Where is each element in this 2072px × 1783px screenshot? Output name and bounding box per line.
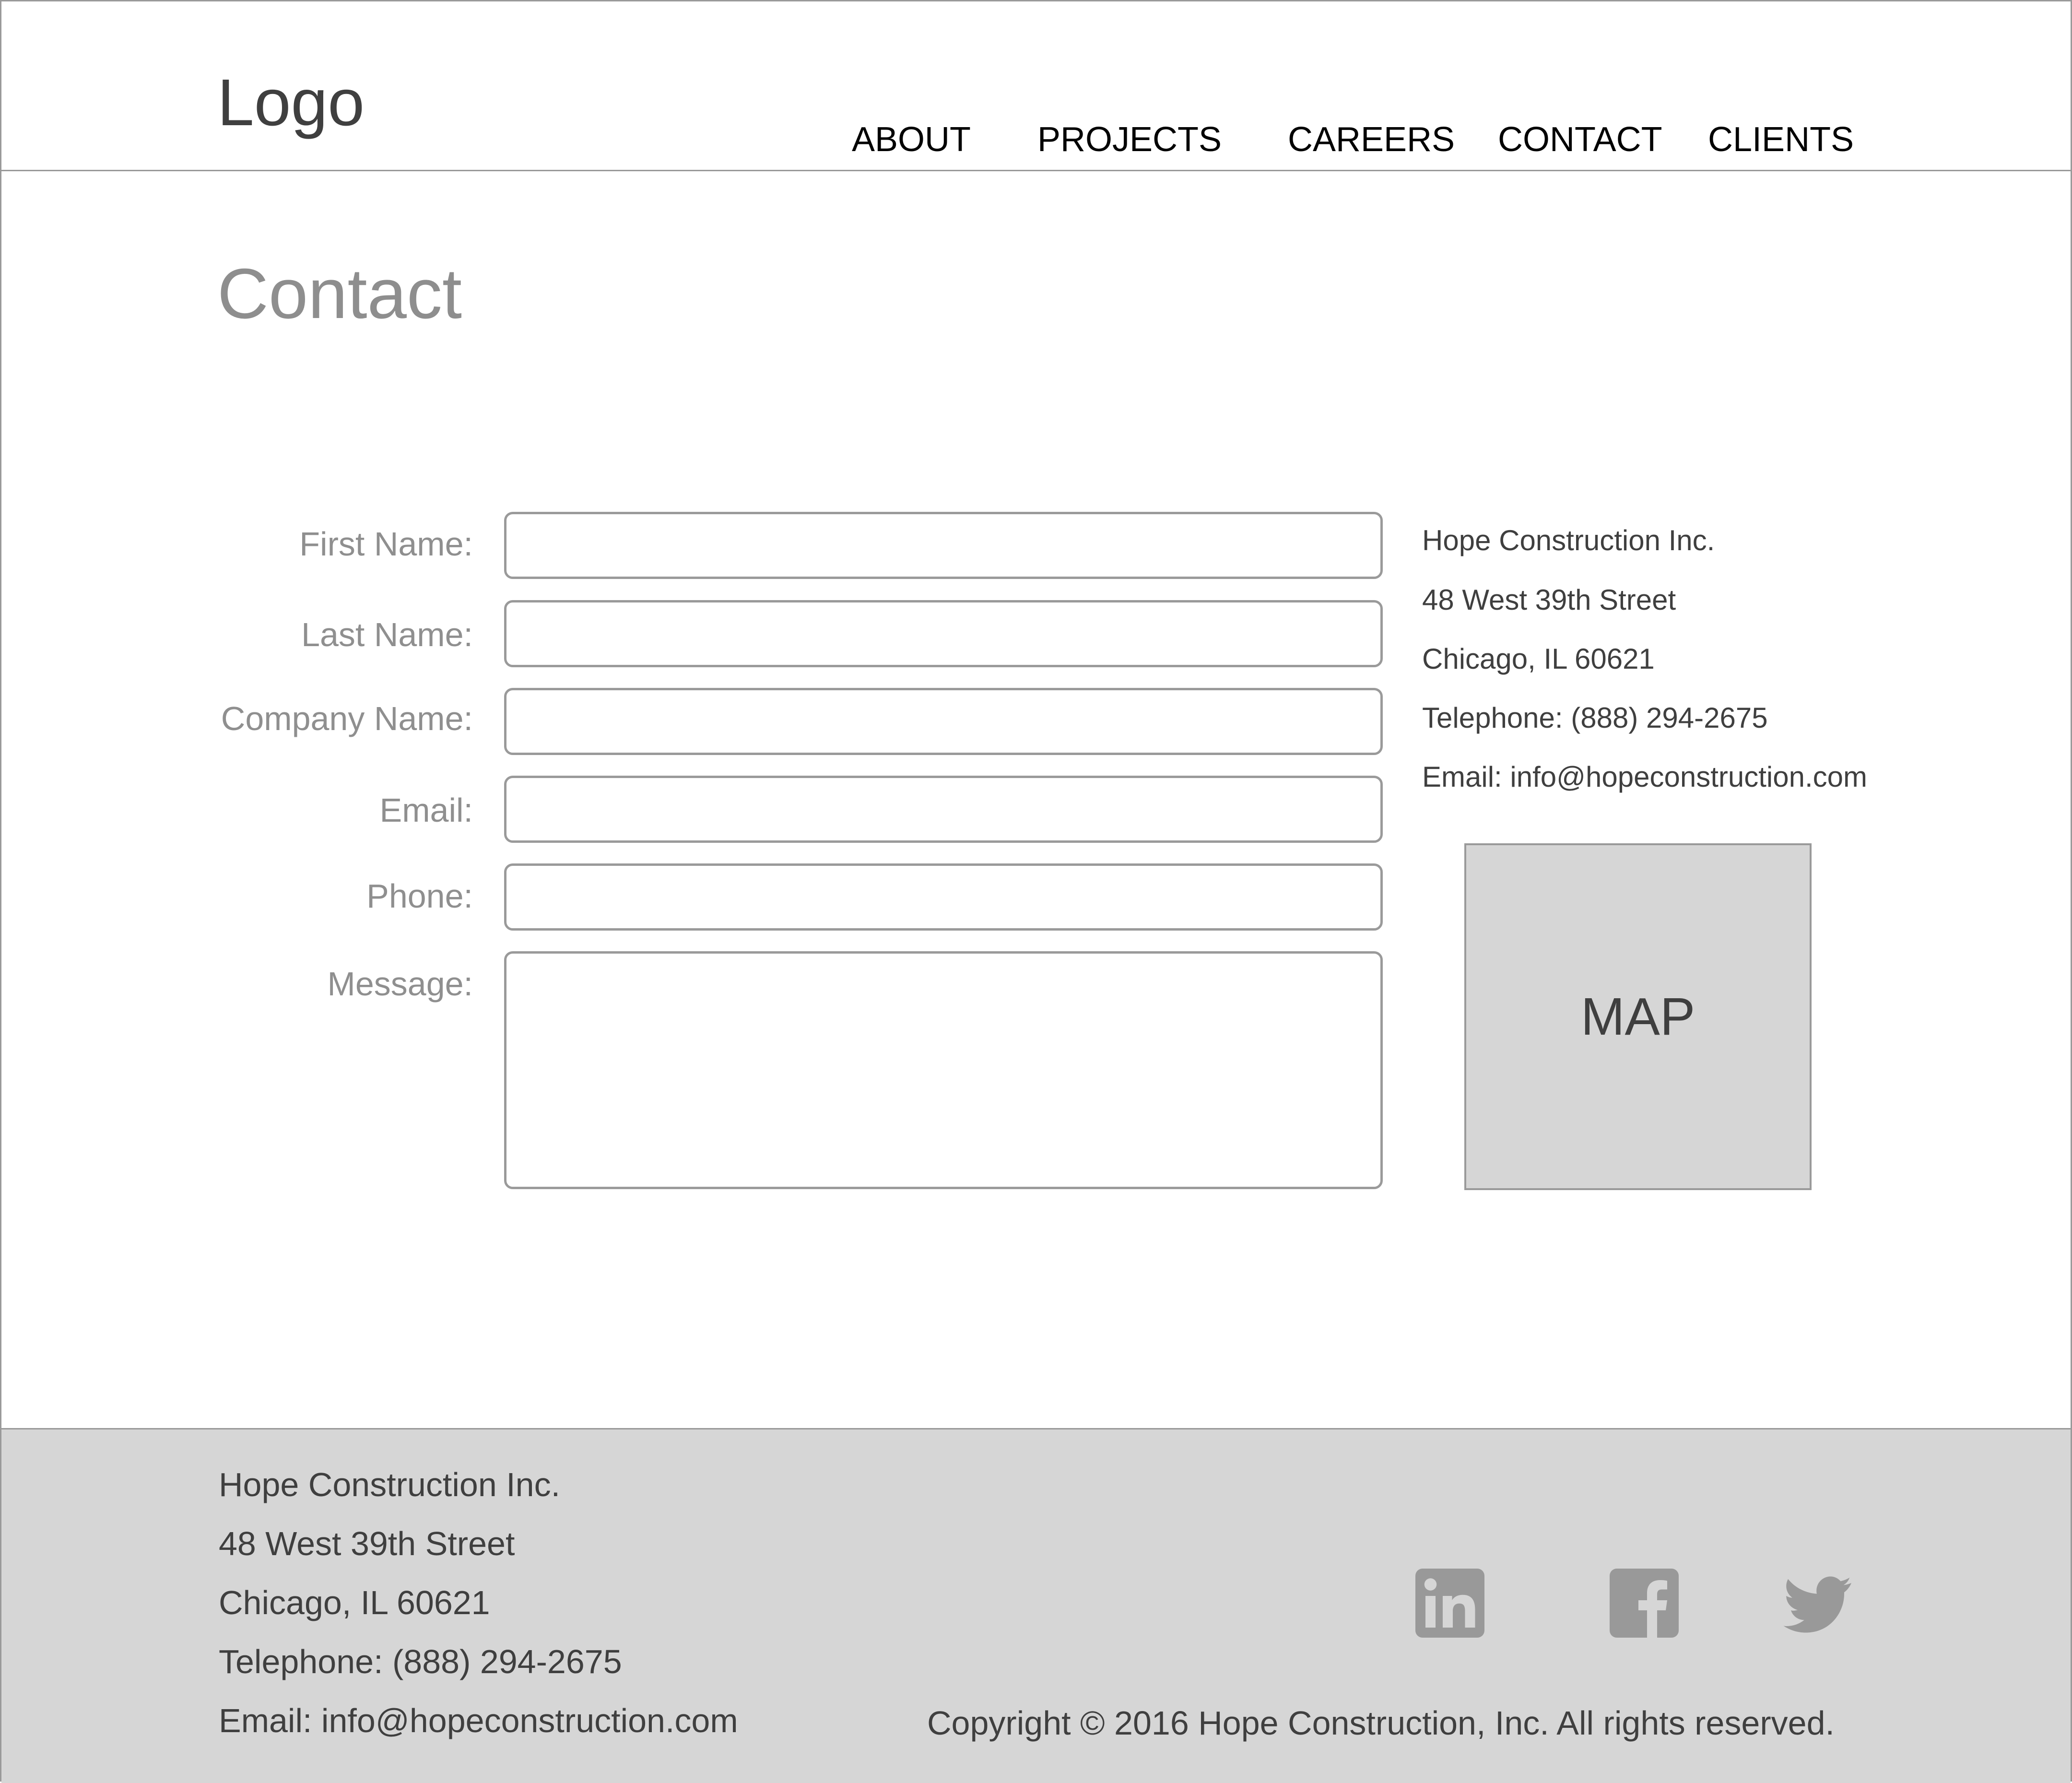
message-label: Message:	[327, 965, 473, 1003]
first-name-label: First Name:	[299, 525, 473, 563]
phone-label: Phone:	[366, 877, 473, 915]
page-title: Contact	[217, 254, 462, 333]
email-input[interactable]	[504, 776, 1383, 843]
last-name-label: Last Name:	[301, 616, 473, 653]
info-company: Hope Construction Inc.	[1422, 524, 1715, 556]
nav-item-projects[interactable]: PROJECTS	[1037, 122, 1222, 157]
company-name-input[interactable]	[504, 688, 1383, 755]
nav-item-clients[interactable]: CLIENTS	[1708, 122, 1854, 157]
nav-item-about[interactable]: ABOUT	[852, 122, 971, 157]
email-label: Email:	[379, 791, 473, 829]
footer-telephone: Telephone: (888) 294-2675	[219, 1643, 622, 1680]
logo[interactable]: Logo	[217, 70, 365, 136]
page: Logo ABOUT PROJECTS CAREERS CONTACT CLIE…	[0, 0, 2072, 1783]
footer-city: Chicago, IL 60621	[219, 1584, 490, 1621]
company-name-label: Company Name:	[221, 700, 473, 737]
footer-street: 48 West 39th Street	[219, 1525, 515, 1562]
info-email[interactable]: Email: info@hopeconstruction.com	[1422, 763, 1867, 791]
first-name-input[interactable]	[504, 512, 1383, 579]
header: Logo ABOUT PROJECTS CAREERS CONTACT CLIE…	[1, 1, 2071, 171]
map-label: MAP	[1580, 987, 1695, 1046]
message-textarea[interactable]	[504, 951, 1383, 1189]
nav-item-careers[interactable]: CAREERS	[1288, 122, 1455, 157]
copyright: Copyright © 2016 Hope Construction, Inc.…	[927, 1704, 1835, 1742]
info-city: Chicago, IL 60621	[1422, 643, 1655, 675]
phone-input[interactable]	[504, 863, 1383, 931]
map-placeholder[interactable]: MAP	[1464, 843, 1812, 1190]
info-street: 48 West 39th Street	[1422, 584, 1676, 616]
nav-item-contact[interactable]: CONTACT	[1498, 122, 1662, 157]
footer-company: Hope Construction Inc.	[219, 1466, 561, 1503]
facebook-icon[interactable]	[1608, 1567, 1680, 1639]
footer-email[interactable]: Email: info@hopeconstruction.com	[219, 1704, 738, 1737]
twitter-icon[interactable]	[1781, 1567, 1853, 1639]
footer: Hope Construction Inc. 48 West 39th Stre…	[1, 1428, 2071, 1783]
linkedin-icon[interactable]	[1414, 1567, 1486, 1639]
info-telephone: Telephone: (888) 294-2675	[1422, 702, 1768, 734]
last-name-input[interactable]	[504, 600, 1383, 667]
